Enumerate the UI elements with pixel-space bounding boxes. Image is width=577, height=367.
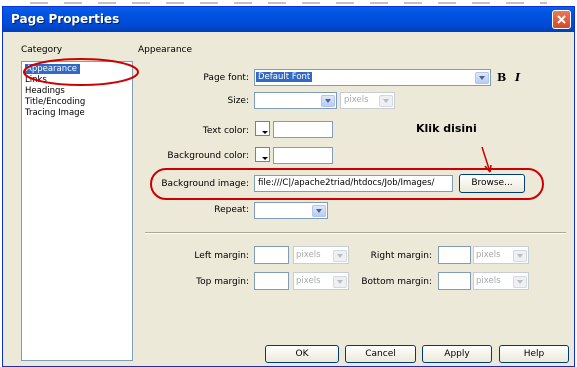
text-color-input[interactable] — [273, 121, 333, 138]
background-image-label: Background image: — [161, 179, 249, 189]
size-unit-value: pixels — [344, 95, 369, 105]
help-button[interactable]: Help — [499, 345, 569, 363]
bottom-margin-input[interactable] — [438, 272, 471, 290]
category-item-headings[interactable]: Headings — [25, 86, 65, 96]
bottom-margin-unit-select: pixels — [473, 272, 529, 290]
page-properties-dialog: Page Properties Category Appearance Link… — [2, 6, 575, 367]
bold-button[interactable]: B — [497, 71, 506, 84]
background-image-input[interactable]: file:///C|/apache2triad/htdocs/Job/Image… — [254, 175, 453, 192]
apply-button[interactable]: Apply — [422, 345, 492, 363]
top-margin-input[interactable] — [254, 272, 289, 290]
panel-header: Appearance — [138, 45, 193, 55]
text-color-label: Text color: — [202, 126, 249, 136]
chevron-down-icon[interactable] — [321, 95, 335, 107]
annotation-label: Klik disini — [416, 122, 477, 135]
background-color-input[interactable] — [273, 147, 333, 164]
category-item-title-encoding[interactable]: Title/Encoding — [25, 97, 85, 107]
left-margin-input[interactable] — [254, 246, 289, 264]
size-unit-select: pixels — [340, 92, 395, 109]
repeat-select[interactable] — [254, 202, 328, 219]
chevron-down-icon — [513, 250, 527, 262]
italic-button[interactable]: I — [515, 71, 520, 84]
category-item-appearance[interactable]: Appearance — [25, 64, 81, 74]
category-item-links[interactable]: Links — [25, 75, 47, 85]
chevron-down-icon[interactable] — [475, 72, 489, 84]
chevron-down-icon — [513, 276, 527, 288]
top-margin-unit-select: pixels — [293, 272, 349, 290]
right-margin-input[interactable] — [438, 246, 471, 264]
title-bar[interactable]: Page Properties — [3, 7, 574, 32]
background-color-picker[interactable] — [255, 147, 270, 162]
cancel-button[interactable]: Cancel — [345, 345, 416, 363]
category-header: Category — [21, 45, 63, 55]
category-item-tracing-image[interactable]: Tracing Image — [25, 108, 85, 118]
chevron-down-icon[interactable] — [312, 205, 326, 217]
chevron-down-icon — [333, 276, 347, 288]
close-icon — [557, 15, 566, 24]
bottom-margin-label: Bottom margin: — [361, 277, 432, 287]
category-list[interactable]: Appearance Links Headings Title/Encoding… — [21, 61, 133, 361]
chevron-down-icon — [379, 95, 393, 107]
text-color-picker[interactable] — [255, 121, 270, 136]
browse-button[interactable]: Browse... — [459, 174, 525, 193]
section-divider — [145, 232, 566, 234]
page-font-select[interactable]: Default Font — [254, 69, 491, 86]
chevron-down-icon — [333, 250, 347, 262]
page-font-value: Default Font — [256, 72, 313, 82]
left-margin-label: Left margin: — [194, 251, 249, 261]
background-color-label: Background color: — [167, 151, 249, 161]
close-button[interactable] — [552, 10, 571, 29]
size-label: Size: — [227, 96, 249, 106]
right-margin-label: Right margin: — [370, 251, 432, 261]
repeat-label: Repeat: — [214, 205, 249, 215]
right-margin-unit-select: pixels — [473, 246, 529, 264]
ok-button[interactable]: OK — [265, 345, 339, 363]
size-select[interactable] — [254, 92, 337, 109]
page-font-label: Page font: — [203, 73, 249, 83]
top-margin-label: Top margin: — [196, 277, 249, 287]
dialog-title: Page Properties — [11, 12, 120, 26]
left-margin-unit-select: pixels — [293, 246, 349, 264]
